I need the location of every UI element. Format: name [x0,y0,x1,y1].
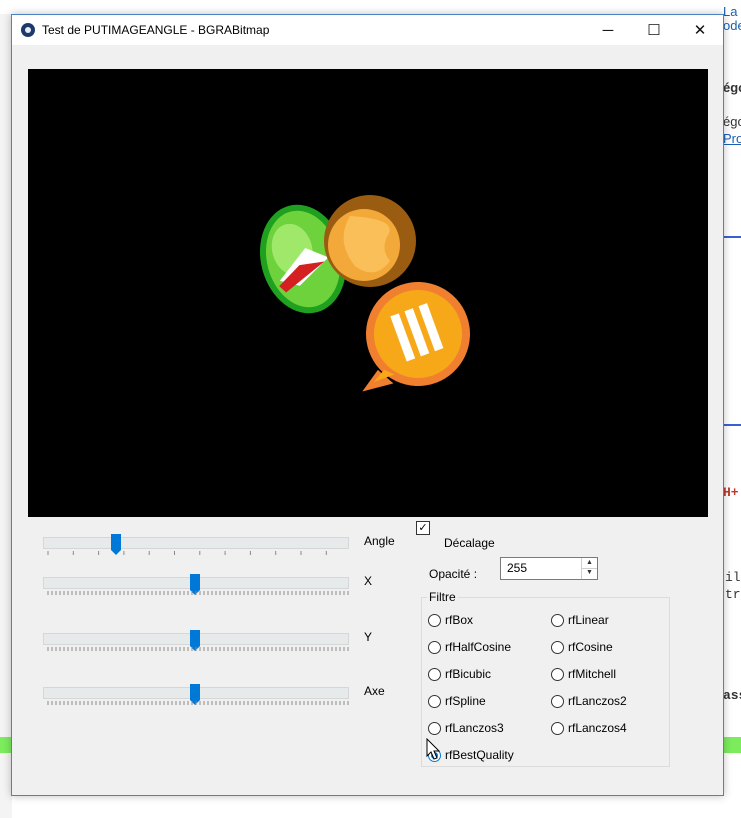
filter-radio[interactable] [551,641,564,654]
filter-radio[interactable] [428,695,441,708]
mouse-cursor-icon [426,738,441,760]
background-text: ila [725,570,741,585]
slider-track[interactable] [43,537,349,549]
close-button[interactable]: ✕ [677,15,723,45]
offset-checkbox[interactable]: ✓ [416,521,430,535]
slider-ticks [47,551,327,555]
spin-buttons: ▲ ▼ [581,558,597,579]
slider-label: X [364,574,373,588]
orange-bubble-image [362,282,470,392]
slider-label: Y [364,630,373,644]
filter-radio[interactable] [551,695,564,708]
canvas-art [260,195,470,392]
brown-image [324,195,416,287]
filter-radio-label[interactable]: rfBox [445,613,473,627]
slider-thumb[interactable] [110,534,121,555]
slider-ticks [47,647,349,651]
filter-radio-label[interactable]: rfLanczos3 [445,721,504,735]
filter-group-title: Filtre [427,590,458,604]
opacity-value[interactable]: 255 [507,561,527,575]
slider-ticks [47,591,349,595]
slider-thumb[interactable] [190,574,200,595]
background-text: ass [723,688,741,703]
filter-radio-label[interactable]: rfMitchell [568,667,616,681]
filter-radio-label[interactable]: rfBicubic [445,667,491,681]
maximize-button[interactable]: ☐ [631,15,677,45]
filter-radio[interactable] [551,668,564,681]
background-link: Prog [723,131,741,146]
background-divider [722,236,741,238]
filter-radio[interactable] [428,641,441,654]
background-text: tr [725,587,741,602]
background-text: La balis [723,4,741,19]
opacity-spinbox[interactable]: 255 ▲ ▼ [500,557,598,580]
filter-radio[interactable] [428,614,441,627]
slider-label: Axe [364,684,385,698]
minimize-button[interactable]: ─ [585,15,631,45]
filter-radio-label[interactable]: rfBestQuality [445,748,514,762]
filter-radio-label[interactable]: rfSpline [445,694,486,708]
image-canvas[interactable] [28,69,708,517]
offset-checkbox-label[interactable]: Décalage [444,536,495,550]
app-icon [21,23,35,37]
slider-thumb[interactable] [190,684,200,705]
opacity-label: Opacité : [429,567,478,581]
spin-down-icon[interactable]: ▼ [582,568,597,578]
background-divider [722,424,741,426]
background-text: égo [723,114,741,129]
filter-radio-label[interactable]: rfLanczos2 [568,694,627,708]
window-title: Test de PUTIMAGEANGLE - BGRABitmap [42,23,270,37]
filter-radio[interactable] [428,668,441,681]
filter-radio[interactable] [428,722,441,735]
background-text: égo [723,80,741,95]
slider-label: Angle [364,534,395,548]
title-bar[interactable]: Test de PUTIMAGEANGLE - BGRABitmap ─ ☐ ✕ [12,15,723,45]
filter-radio[interactable] [551,614,564,627]
filter-radio-label[interactable]: rfCosine [568,640,613,654]
background-text: ode [723,18,741,33]
filter-radio-label[interactable]: rfLinear [568,613,609,627]
background-top [0,0,741,14]
filter-radio-label[interactable]: rfLanczos4 [568,721,627,735]
slider-thumb[interactable] [190,630,200,651]
slider-ticks [47,701,349,705]
background-text: H+ [723,485,739,500]
filter-radio[interactable] [551,722,564,735]
filter-radio-label[interactable]: rfHalfCosine [445,640,511,654]
